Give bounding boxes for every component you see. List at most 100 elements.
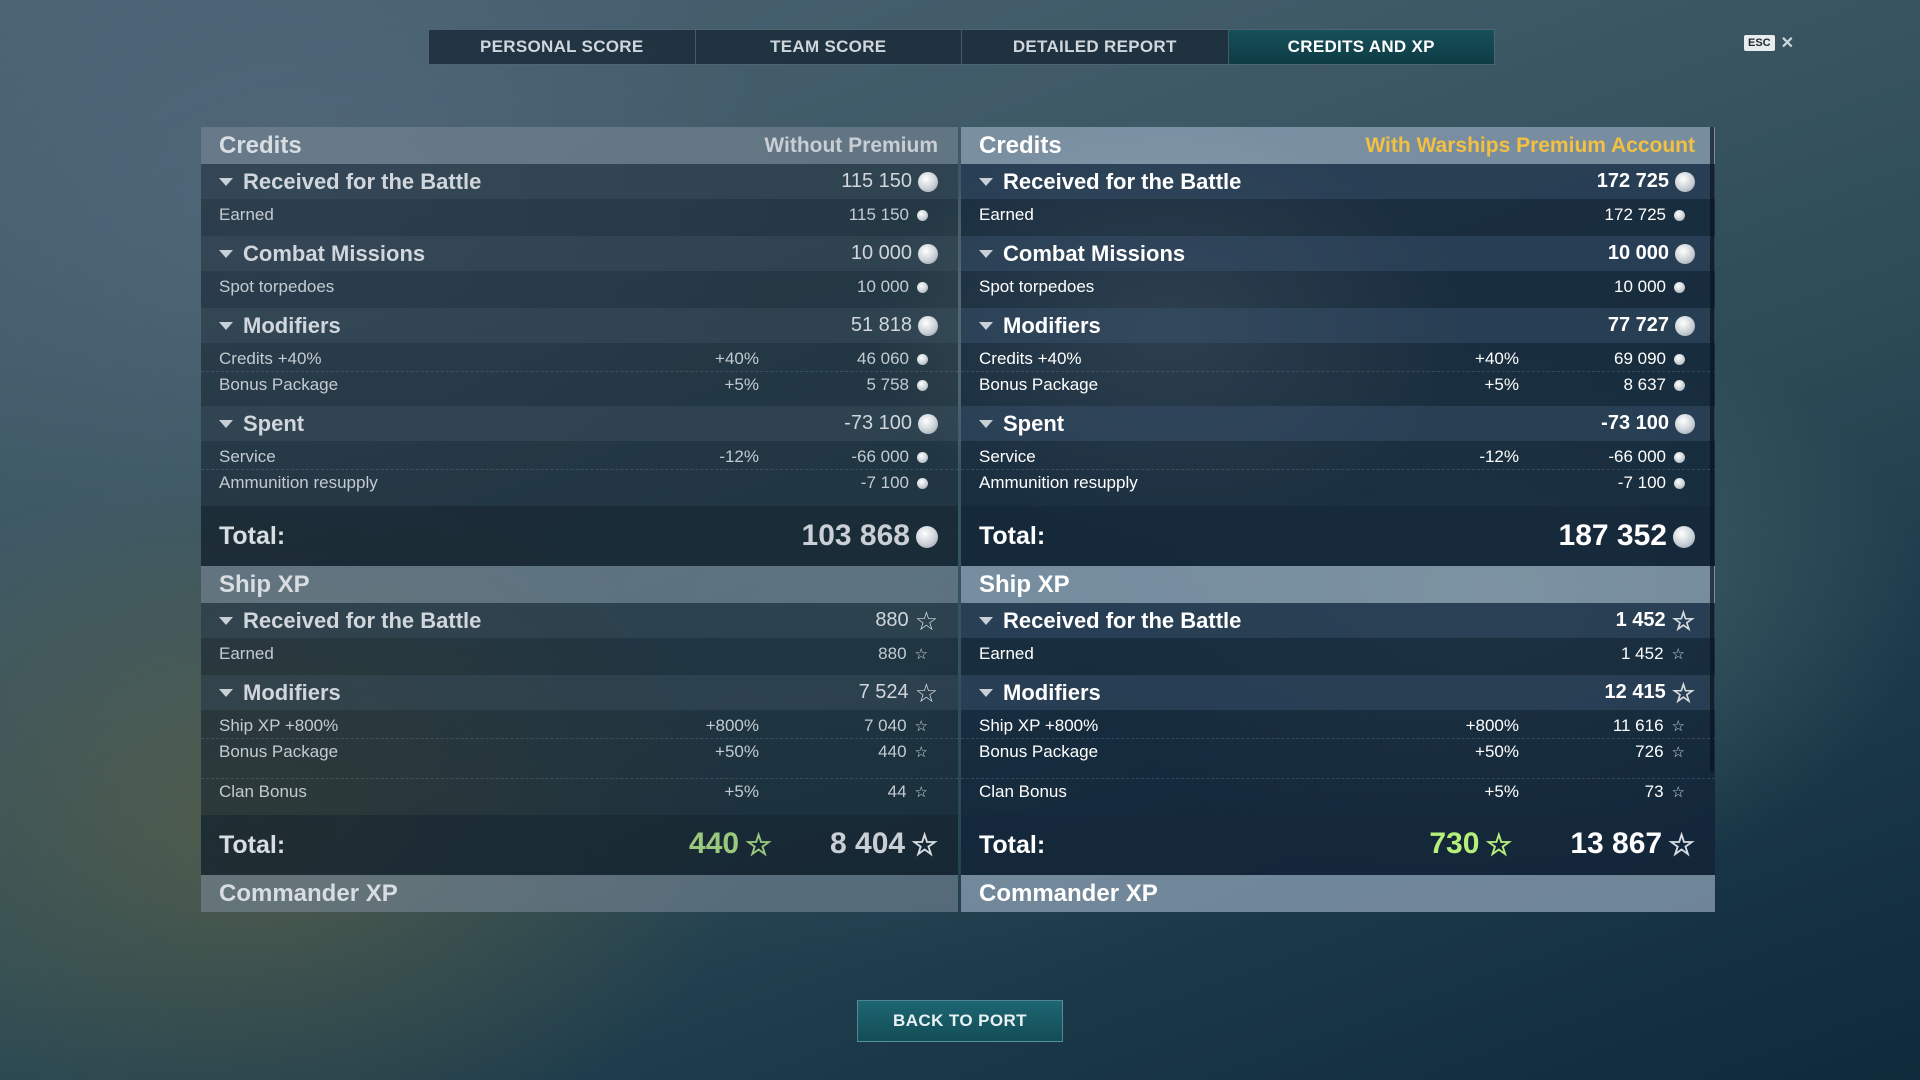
close-icon[interactable]: ✕ [1781,33,1794,53]
group-received-xp[interactable]: Received for the Battle 1 452 ☆ [961,603,1715,638]
group-label: Spent [1003,410,1065,436]
silver-coin-icon [1674,477,1685,489]
star-icon: ☆ [1671,744,1685,762]
total-value: 187 352 [1559,519,1695,553]
silver-coin-icon [918,315,938,336]
total-label: Total: [979,521,1046,550]
group-label: Modifiers [1003,312,1101,338]
group-value: 77 727 [1608,314,1695,337]
chevron-down-icon[interactable] [979,419,993,428]
group-label: Modifiers [243,312,341,338]
group-modifiers[interactable]: Modifiers 77 727 [961,308,1715,343]
silver-coin-icon [1674,209,1685,221]
group-combat-missions[interactable]: Combat Missions 10 000 [961,236,1715,271]
scrollbar[interactable] [1710,127,1714,772]
tab-personal-score[interactable]: PERSONAL SCORE [429,30,696,64]
free-xp-value: 440 ☆ [689,827,773,862]
star-icon: ☆ [914,646,928,664]
star-icon: ☆ [1671,784,1685,802]
chevron-down-icon[interactable] [979,321,993,330]
star-icon: ☆ [911,828,938,862]
total-label: Total: [219,521,286,550]
star-icon: ☆ [745,828,773,862]
chevron-down-icon[interactable] [219,419,233,428]
group-received-credits[interactable]: Received for the Battle 172 725 [961,164,1715,199]
group-spent[interactable]: Spent -73 100 [201,406,958,441]
star-icon: ☆ [1668,828,1695,862]
star-icon: ☆ [914,744,928,762]
total-value: 13 867 ☆ [1570,827,1695,862]
chevron-down-icon[interactable] [979,616,993,625]
ship-xp-total: Total: 440 ☆ 8 404 ☆ [201,815,958,875]
chevron-down-icon[interactable] [219,177,233,186]
commander-xp-title: Commander XP [979,879,1158,907]
list-item: Spot torpedoes 10 000 [201,274,958,299]
group-spent[interactable]: Spent -73 100 [961,406,1715,441]
group-value: 12 415 ☆ [1604,677,1695,708]
total-label: Total: [979,830,1046,859]
group-received-credits[interactable]: Received for the Battle 115 150 [201,164,958,199]
group-value: 880 ☆ [875,605,938,636]
chevron-down-icon[interactable] [979,177,993,186]
group-label: Received for the Battle [243,607,482,633]
esc-key-badge: ESC [1744,35,1775,51]
list-item: Bonus Package +5% 8 637 [961,371,1715,397]
tab-team-score[interactable]: TEAM SCORE [696,30,962,64]
list-item: Clan Bonus +5% 73 ☆ [961,778,1715,804]
group-value: 51 818 [851,314,938,337]
star-icon: ☆ [914,784,928,802]
list-item: Ammunition resupply -7 100 [961,469,1715,495]
list-item: Earned 880 ☆ [219,643,928,664]
credits-title: Credits [219,131,302,159]
free-xp-value: 730 ☆ [1429,827,1513,862]
chevron-down-icon[interactable] [219,249,233,258]
group-value: 115 150 [841,170,938,193]
group-label: Received for the Battle [1003,607,1242,633]
group-label: Received for the Battle [1003,168,1242,194]
group-label: Received for the Battle [243,168,482,194]
group-modifiers[interactable]: Modifiers 51 818 [201,308,958,343]
credits-header: Credits Without Premium [201,127,958,164]
star-icon: ☆ [1485,828,1513,862]
esc-close-button[interactable]: ESC ✕ [1744,33,1794,53]
tab-credits-and-xp[interactable]: CREDITS AND XP [1228,30,1494,64]
group-combat-missions[interactable]: Combat Missions 10 000 [201,236,958,271]
silver-coin-icon [1674,281,1685,293]
group-received-xp[interactable]: Received for the Battle 880 ☆ [201,603,958,638]
silver-coin-icon [1675,243,1695,264]
star-icon: ☆ [1671,605,1695,636]
silver-coin-icon [917,281,928,293]
chevron-down-icon[interactable] [979,688,993,697]
silver-coin-icon [918,413,938,434]
group-xp-modifiers[interactable]: Modifiers 12 415 ☆ [961,675,1715,710]
silver-coin-icon [918,171,938,192]
silver-coin-icon [917,451,928,463]
silver-coin-icon [1674,353,1685,365]
back-to-port-button[interactable]: BACK TO PORT [857,1000,1063,1042]
silver-coin-icon [1675,413,1695,434]
group-value: 172 725 [1597,170,1695,193]
list-item: Bonus Package +50% 726 ☆ [961,738,1715,764]
silver-coin-icon [1674,451,1685,463]
group-label: Combat Missions [243,240,426,266]
group-label: Modifiers [243,679,341,705]
group-label: Combat Missions [1003,240,1186,266]
credits-header: Credits With Warships Premium Account [961,127,1715,164]
premium-status-label: With Warships Premium Account [1365,133,1695,157]
star-icon: ☆ [1671,718,1685,736]
list-item: Clan Bonus +5% 44 ☆ [201,778,958,804]
commander-xp-header: Commander XP [201,875,958,912]
chevron-down-icon[interactable] [979,249,993,258]
chevron-down-icon[interactable] [219,321,233,330]
total-value: 103 868 [802,519,938,553]
list-item: Service -12% -66 000 [961,444,1715,469]
list-item: Earned 1 452 ☆ [979,643,1685,664]
list-item: Ship XP +800% +800% 11 616 ☆ [979,715,1685,736]
chevron-down-icon[interactable] [219,616,233,625]
tab-detailed-report[interactable]: DETAILED REPORT [962,30,1229,64]
chevron-down-icon[interactable] [219,688,233,697]
ship-xp-title: Ship XP [219,570,310,598]
silver-coin-icon [917,353,928,365]
group-xp-modifiers[interactable]: Modifiers 7 524 ☆ [201,675,958,710]
credits-total: Total: 187 352 [961,506,1715,566]
